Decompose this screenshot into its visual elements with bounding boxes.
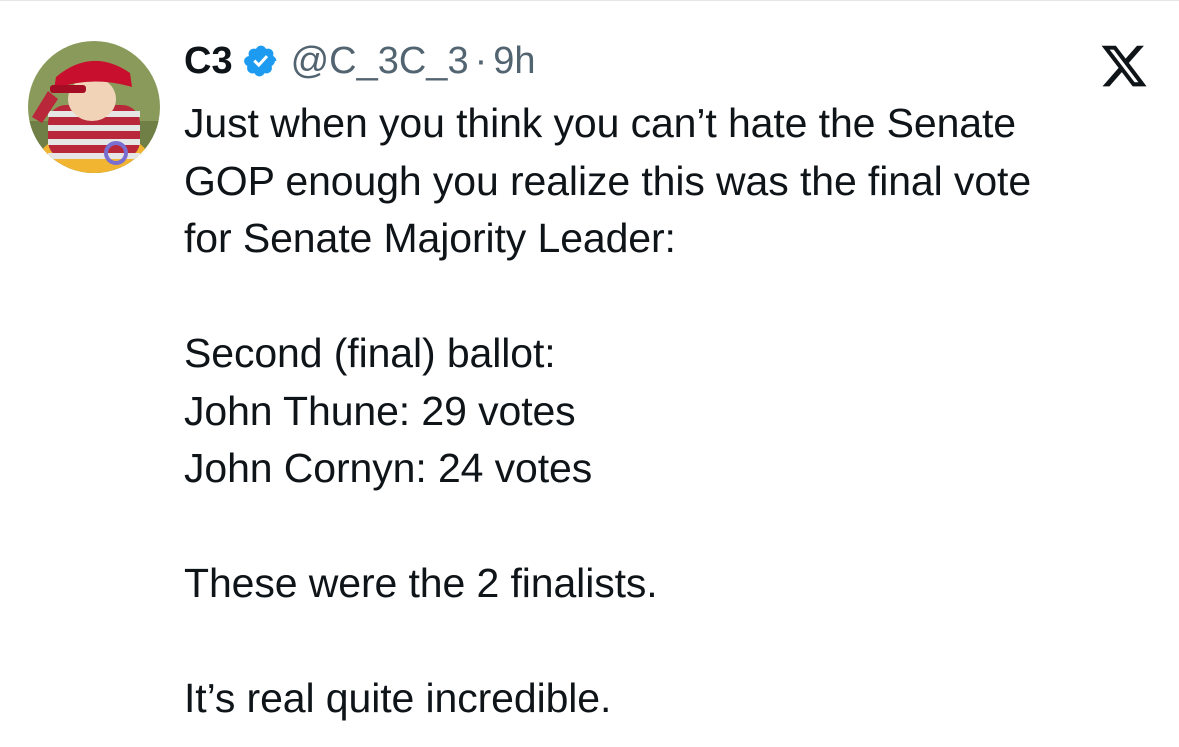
tweet-paragraph-1: Just when you think you can’t hate the S…	[184, 100, 1032, 261]
tweet-paragraph-3: These were the 2 finalists.	[184, 560, 658, 606]
separator-dot: ·	[474, 39, 488, 82]
display-name[interactable]: C3	[184, 40, 233, 83]
avatar[interactable]	[28, 41, 160, 173]
tweet-card[interactable]: C3 @C_3C_3 · 9h Just when you think you …	[0, 0, 1179, 747]
verified-badge-icon	[243, 45, 276, 77]
x-logo-icon[interactable]	[1099, 41, 1149, 91]
tweet-text: Just when you think you can’t hate the S…	[184, 95, 1144, 728]
tweet-header: C3 @C_3C_3 · 9h	[184, 35, 1144, 87]
tweet-paragraph-4: It’s real quite incredible.	[184, 675, 612, 721]
tweet-paragraph-2: Second (final) ballot: John Thune: 29 vo…	[184, 330, 593, 491]
timestamp[interactable]: 9h	[493, 40, 535, 83]
user-handle[interactable]: @C_3C_3	[291, 40, 469, 83]
avatar-photo	[28, 41, 160, 173]
tweet-content: C3 @C_3C_3 · 9h Just when you think you …	[184, 35, 1144, 728]
